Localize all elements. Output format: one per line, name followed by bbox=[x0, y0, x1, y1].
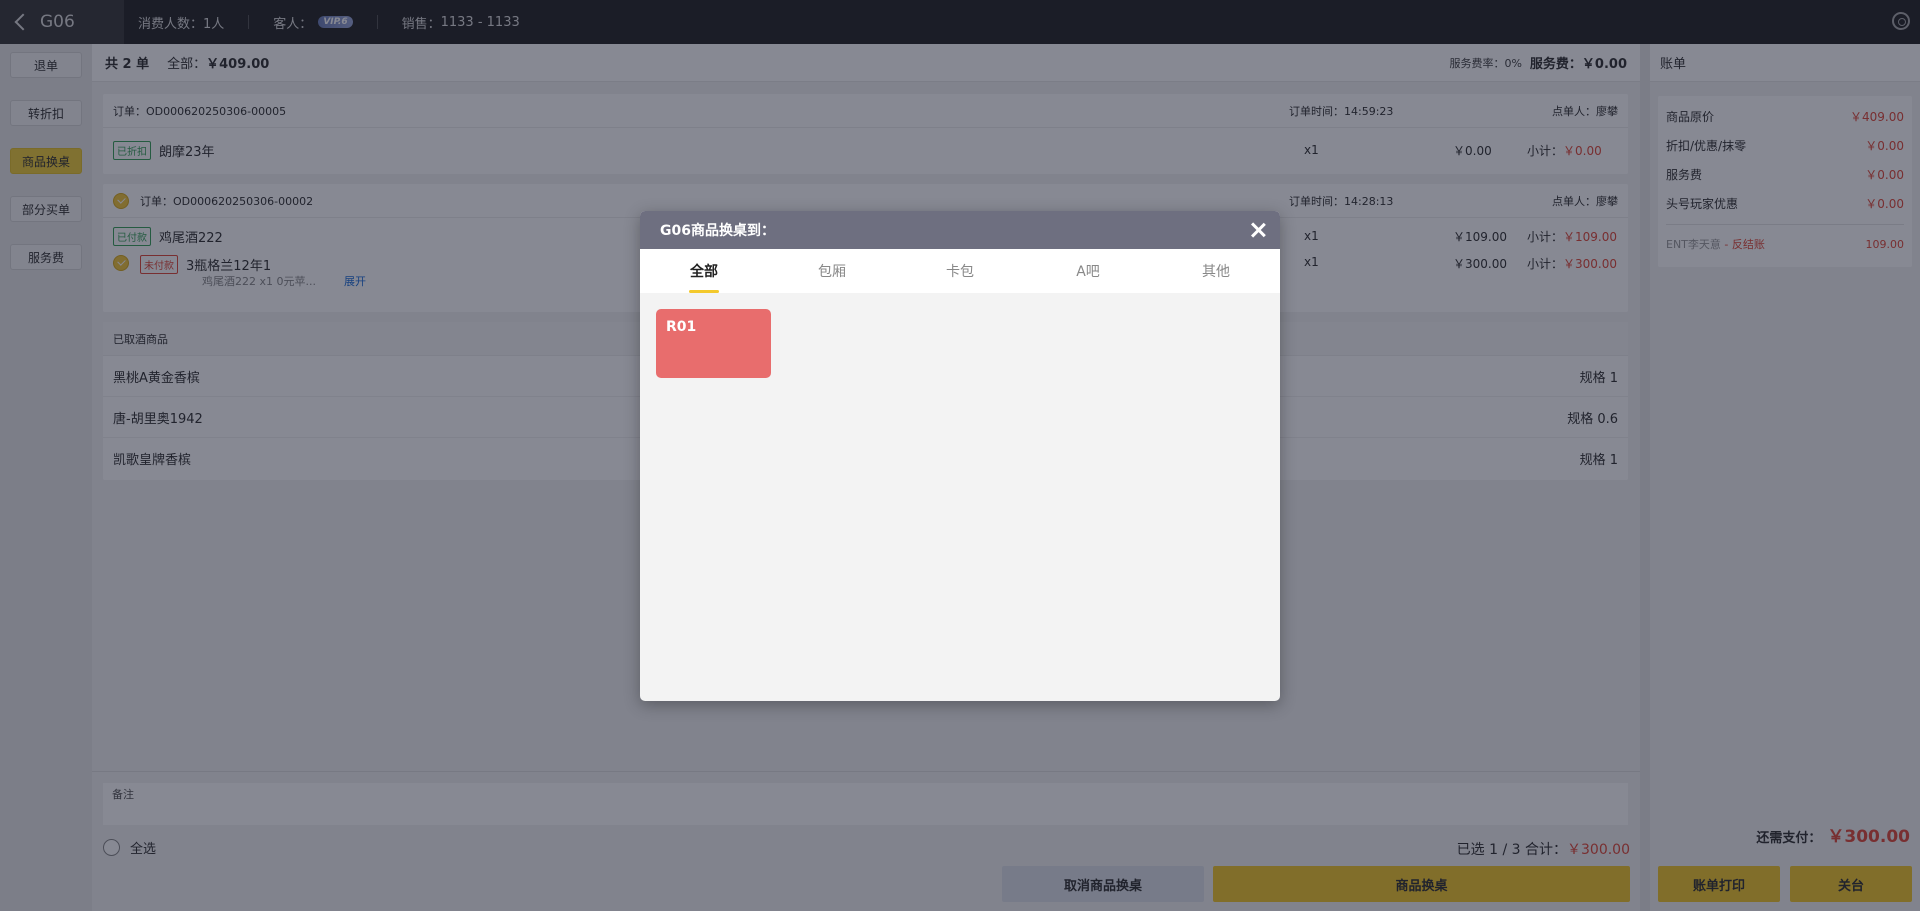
room-card-r01[interactable]: R01 bbox=[656, 309, 771, 378]
dialog-header: G06商品换桌到： bbox=[640, 211, 1280, 249]
tab-a-bar[interactable]: A吧 bbox=[1024, 249, 1152, 293]
tab-booth[interactable]: 卡包 bbox=[896, 249, 1024, 293]
tab-other[interactable]: 其他 bbox=[1152, 249, 1280, 293]
close-icon[interactable] bbox=[1248, 220, 1268, 240]
swap-table-dialog: G06商品换桌到： 全部 包厢 卡包 A吧 其他 R01 bbox=[640, 211, 1280, 701]
room-type-tabs: 全部 包厢 卡包 A吧 其他 bbox=[640, 249, 1280, 293]
dialog-title: G06商品换桌到： bbox=[660, 223, 775, 239]
tab-all[interactable]: 全部 bbox=[640, 249, 768, 293]
tab-private-room[interactable]: 包厢 bbox=[768, 249, 896, 293]
